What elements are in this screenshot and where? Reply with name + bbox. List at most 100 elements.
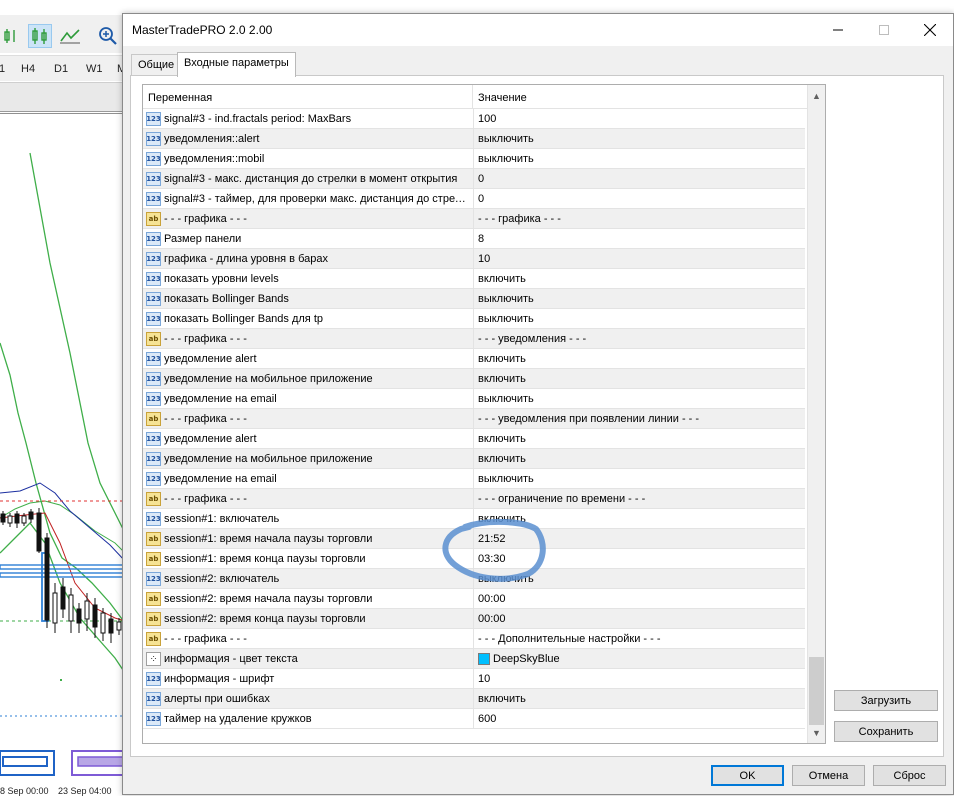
scroll-up-icon[interactable]: ▲ [808, 87, 825, 104]
timeframe-item[interactable]: 1 [0, 63, 5, 75]
parameter-value[interactable]: включить [478, 453, 526, 465]
parameter-row[interactable]: ab - - - графика - - - - - - Дополнительн… [143, 629, 805, 649]
tab-input-parameters[interactable]: Входные параметры [177, 52, 296, 77]
column-header-value[interactable]: Значение [473, 85, 805, 109]
parameter-value[interactable]: включить [478, 513, 526, 525]
parameter-name: информация - шрифт [164, 673, 275, 685]
parameter-name: signal#3 - макс. дистанция до стрелки в … [164, 173, 458, 185]
parameter-row[interactable]: 123 графика - длина уровня в барах 10 [143, 249, 805, 269]
parameter-value[interactable]: 100 [478, 113, 496, 125]
parameter-value[interactable]: - - - уведомления - - - [478, 333, 586, 345]
parameter-value[interactable]: выключить [478, 153, 534, 165]
parameter-value[interactable]: выключить [478, 293, 534, 305]
line-chart-icon[interactable] [58, 24, 82, 48]
parameter-value[interactable]: 600 [478, 713, 496, 725]
save-button[interactable]: Сохранить [834, 721, 938, 742]
parameter-row[interactable]: 123 уведомление на email выключить [143, 389, 805, 409]
parameter-value[interactable]: включить [478, 693, 526, 705]
parameter-row[interactable]: 123 алерты при ошибках включить [143, 689, 805, 709]
parameter-row[interactable]: ab session#1: время конца паузы торговли 0… [143, 549, 805, 569]
parameter-row[interactable]: ab session#2: время начала паузы торговли… [143, 589, 805, 609]
minimize-button[interactable] [815, 14, 861, 46]
parameter-row[interactable]: ab - - - графика - - - - - - уведомления … [143, 329, 805, 349]
column-divider [473, 549, 474, 569]
parameter-row[interactable]: 123 signal#3 - таймер, для проверки макс.… [143, 189, 805, 209]
parameter-value[interactable]: DeepSkyBlue [493, 653, 560, 665]
parameters-grid: Переменная Значение 123 signal#3 - ind.fr… [142, 84, 826, 744]
vertical-scrollbar[interactable]: ▲ ▼ [807, 85, 825, 743]
parameter-value[interactable]: 0 [478, 173, 484, 185]
parameter-value[interactable]: - - - графика - - - [478, 213, 561, 225]
parameter-row[interactable]: ab - - - графика - - - - - - ограничение … [143, 489, 805, 509]
numeric-type-icon: 123 [146, 172, 161, 186]
parameter-row[interactable]: 123 показать Bollinger Bands выключить [143, 289, 805, 309]
color-swatch[interactable] [478, 653, 490, 665]
parameter-row[interactable]: 123 уведомление на мобильное приложение вк… [143, 449, 805, 469]
parameter-value[interactable]: включить [478, 373, 526, 385]
candles-icon[interactable] [0, 24, 24, 48]
maximize-button[interactable] [861, 14, 907, 46]
timeframe-item[interactable]: H4 [21, 63, 35, 75]
parameter-value[interactable]: - - - Дополнительные настройки - - - [478, 633, 661, 645]
parameter-row[interactable]: 123 Размер панели 8 [143, 229, 805, 249]
parameter-row[interactable]: 123 signal#3 - макс. дистанция до стрелки… [143, 169, 805, 189]
parameter-value[interactable]: выключить [478, 133, 534, 145]
parameter-row[interactable]: ab - - - графика - - - - - - графика - - … [143, 209, 805, 229]
timeframe-item[interactable]: D1 [54, 63, 68, 75]
parameter-row[interactable]: 123 показать Bollinger Bands для tp выключ… [143, 309, 805, 329]
parameter-value[interactable]: - - - ограничение по времени - - - [478, 493, 645, 505]
parameter-value[interactable]: 10 [478, 673, 490, 685]
close-button[interactable] [907, 14, 953, 46]
parameter-row[interactable]: 123 уведомление alert включить [143, 429, 805, 449]
parameter-name: session#2: время начала паузы торговли [164, 593, 373, 605]
parameter-row[interactable]: 123 уведомления::alert выключить [143, 129, 805, 149]
parameter-row[interactable]: 123 таймер на удаление кружков 600 [143, 709, 805, 729]
tab-common[interactable]: Общие [131, 54, 182, 76]
column-header-variable[interactable]: Переменная [143, 85, 473, 109]
cancel-button[interactable]: Отмена [792, 765, 865, 786]
column-divider [473, 369, 474, 389]
ok-button[interactable]: OK [711, 765, 784, 786]
parameter-value[interactable]: включить [478, 273, 526, 285]
parameter-value[interactable]: включить [478, 433, 526, 445]
parameter-row[interactable]: 123 информация - шрифт 10 [143, 669, 805, 689]
parameter-row[interactable]: ab session#2: время конца паузы торговли 0… [143, 609, 805, 629]
parameter-value[interactable]: 0 [478, 193, 484, 205]
parameter-value[interactable]: выключить [478, 473, 534, 485]
parameter-value[interactable]: 8 [478, 233, 484, 245]
parameter-value[interactable]: 03:30 [478, 553, 506, 565]
bar-chart-icon[interactable] [28, 24, 52, 48]
parameter-row[interactable]: 123 signal#3 - ind.fractals period: MaxBa… [143, 109, 805, 129]
parameter-row[interactable]: 123 уведомление alert включить [143, 349, 805, 369]
parameter-value[interactable]: выключить [478, 313, 534, 325]
parameter-row[interactable]: ⁘ информация - цвет текста DeepSkyBlue [143, 649, 805, 669]
parameter-row[interactable]: 123 session#1: включатель включить [143, 509, 805, 529]
load-button[interactable]: Загрузить [834, 690, 938, 711]
chart-tab-strip [0, 82, 130, 112]
parameter-row[interactable]: 123 уведомления::mobil выключить [143, 149, 805, 169]
parameter-value[interactable]: 21:52 [478, 533, 506, 545]
parameter-row[interactable]: 123 показать уровни levels включить [143, 269, 805, 289]
parameter-value[interactable]: включить [478, 353, 526, 365]
scrollbar-thumb[interactable] [809, 657, 824, 725]
parameter-row[interactable]: 123 session#2: включатель выключить [143, 569, 805, 589]
zoom-in-icon[interactable] [96, 24, 120, 48]
scroll-down-icon[interactable]: ▼ [808, 724, 825, 741]
parameter-row[interactable]: 123 уведомление на мобильное приложение вк… [143, 369, 805, 389]
parameter-row[interactable]: 123 уведомление на email выключить [143, 469, 805, 489]
grid-header: Переменная Значение [143, 85, 825, 109]
parameter-value[interactable]: - - - уведомления при появлении линии - … [478, 413, 699, 425]
parameter-value[interactable]: выключить [478, 573, 534, 585]
parameter-value[interactable]: выключить [478, 393, 534, 405]
reset-button[interactable]: Сброс [873, 765, 946, 786]
parameter-value[interactable]: 10 [478, 253, 490, 265]
title-bar[interactable]: MasterTradePRO 2.0 2.00 [123, 14, 953, 46]
parameter-row[interactable]: ab session#1: время начала паузы торговли… [143, 529, 805, 549]
column-divider [473, 529, 474, 549]
parameter-value[interactable]: 00:00 [478, 593, 506, 605]
parameter-value[interactable]: 00:00 [478, 613, 506, 625]
close-icon [924, 24, 936, 36]
column-divider [473, 129, 474, 149]
timeframe-item[interactable]: W1 [86, 63, 103, 75]
parameter-row[interactable]: ab - - - графика - - - - - - уведомления … [143, 409, 805, 429]
